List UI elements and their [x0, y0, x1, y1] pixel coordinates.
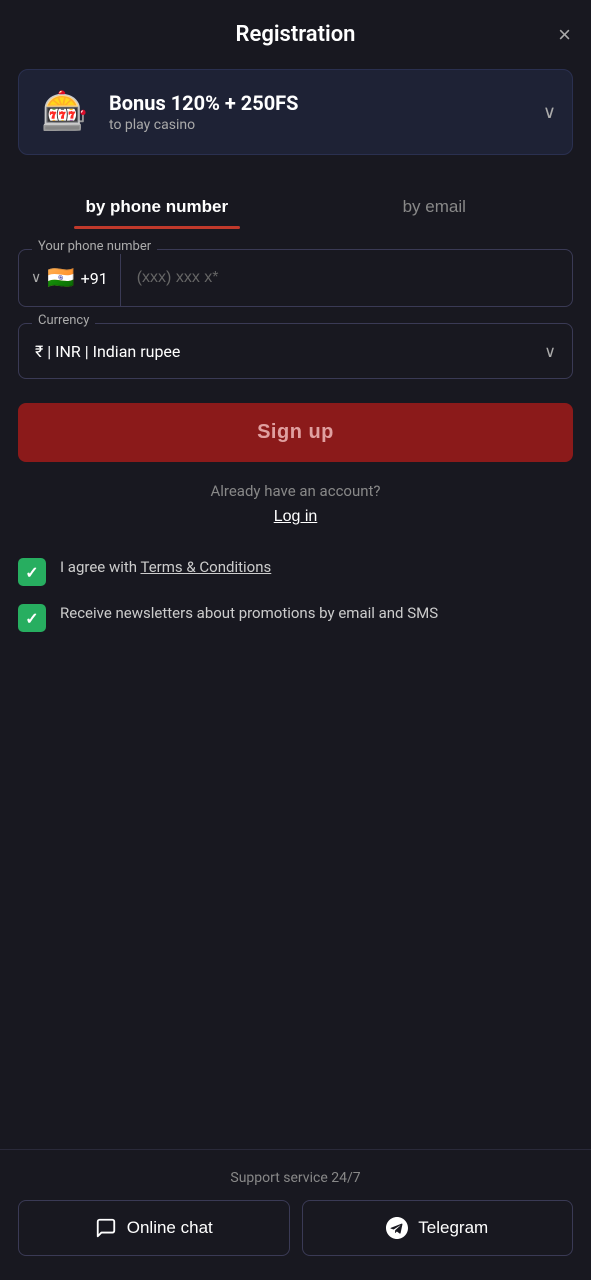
support-buttons: Online chat Telegram [18, 1200, 573, 1256]
checkbox-section: ✓ I agree with Terms & Conditions ✓ Rece… [0, 556, 591, 648]
phone-input[interactable] [121, 250, 572, 306]
chat-icon [95, 1217, 117, 1239]
footer: Support service 24/7 Online chat Telegra… [0, 1149, 591, 1280]
phone-field-group: Your phone number ∨ 🇮🇳 +91 [18, 249, 573, 307]
bonus-icon: 🎰 [35, 82, 95, 142]
terms-text: I agree with Terms & Conditions [60, 556, 271, 579]
currency-label: Currency [32, 313, 95, 328]
currency-field-group: Currency ₹ | INR | Indian rupee ∨ [18, 323, 573, 379]
country-flag: 🇮🇳 [47, 266, 74, 291]
telegram-icon [386, 1217, 408, 1239]
terms-link[interactable]: Terms & Conditions [140, 558, 271, 576]
support-label: Support service 24/7 [18, 1170, 573, 1186]
currency-chevron-icon: ∨ [544, 342, 556, 361]
bonus-text: Bonus 120% + 250FS to play casino [109, 91, 543, 133]
terms-checkbox-row: ✓ I agree with Terms & Conditions [18, 556, 573, 586]
login-section: Already have an account? Log in [18, 482, 573, 526]
currency-selector[interactable]: ₹ | INR | Indian rupee ∨ [18, 323, 573, 379]
newsletter-checkbox[interactable]: ✓ [18, 604, 46, 632]
phone-label: Your phone number [32, 239, 157, 254]
bonus-subtitle: to play casino [109, 117, 543, 133]
terms-checkbox[interactable]: ✓ [18, 558, 46, 586]
login-link[interactable]: Log in [274, 508, 318, 526]
bonus-title: Bonus 120% + 250FS [109, 91, 543, 115]
signup-button[interactable]: Sign up [18, 403, 573, 462]
checkmark-icon: ✓ [25, 563, 38, 582]
page-title: Registration [236, 22, 356, 47]
country-chevron-icon: ∨ [31, 270, 41, 286]
bonus-chevron-icon: ∨ [543, 102, 556, 123]
phone-field: ∨ 🇮🇳 +91 [18, 249, 573, 307]
country-selector[interactable]: ∨ 🇮🇳 +91 [19, 250, 121, 306]
already-account-text: Already have an account? [18, 482, 573, 500]
checkmark-icon-2: ✓ [25, 609, 38, 628]
page-container: Registration × 🎰 Bonus 120% + 250FS to p… [0, 0, 591, 1280]
header: Registration × [0, 0, 591, 69]
tab-email[interactable]: by email [296, 185, 574, 229]
bonus-banner[interactable]: 🎰 Bonus 120% + 250FS to play casino ∨ [18, 69, 573, 155]
country-code: +91 [81, 269, 108, 288]
newsletter-text: Receive newsletters about promotions by … [60, 602, 438, 625]
form: Your phone number ∨ 🇮🇳 +91 Currency ₹ | … [0, 249, 591, 546]
currency-value: ₹ | INR | Indian rupee [35, 342, 544, 361]
newsletter-checkbox-row: ✓ Receive newsletters about promotions b… [18, 602, 573, 632]
tabs: by phone number by email [18, 185, 573, 229]
close-button[interactable]: × [558, 24, 571, 46]
telegram-button[interactable]: Telegram [302, 1200, 574, 1256]
online-chat-button[interactable]: Online chat [18, 1200, 290, 1256]
tab-phone[interactable]: by phone number [18, 185, 296, 229]
